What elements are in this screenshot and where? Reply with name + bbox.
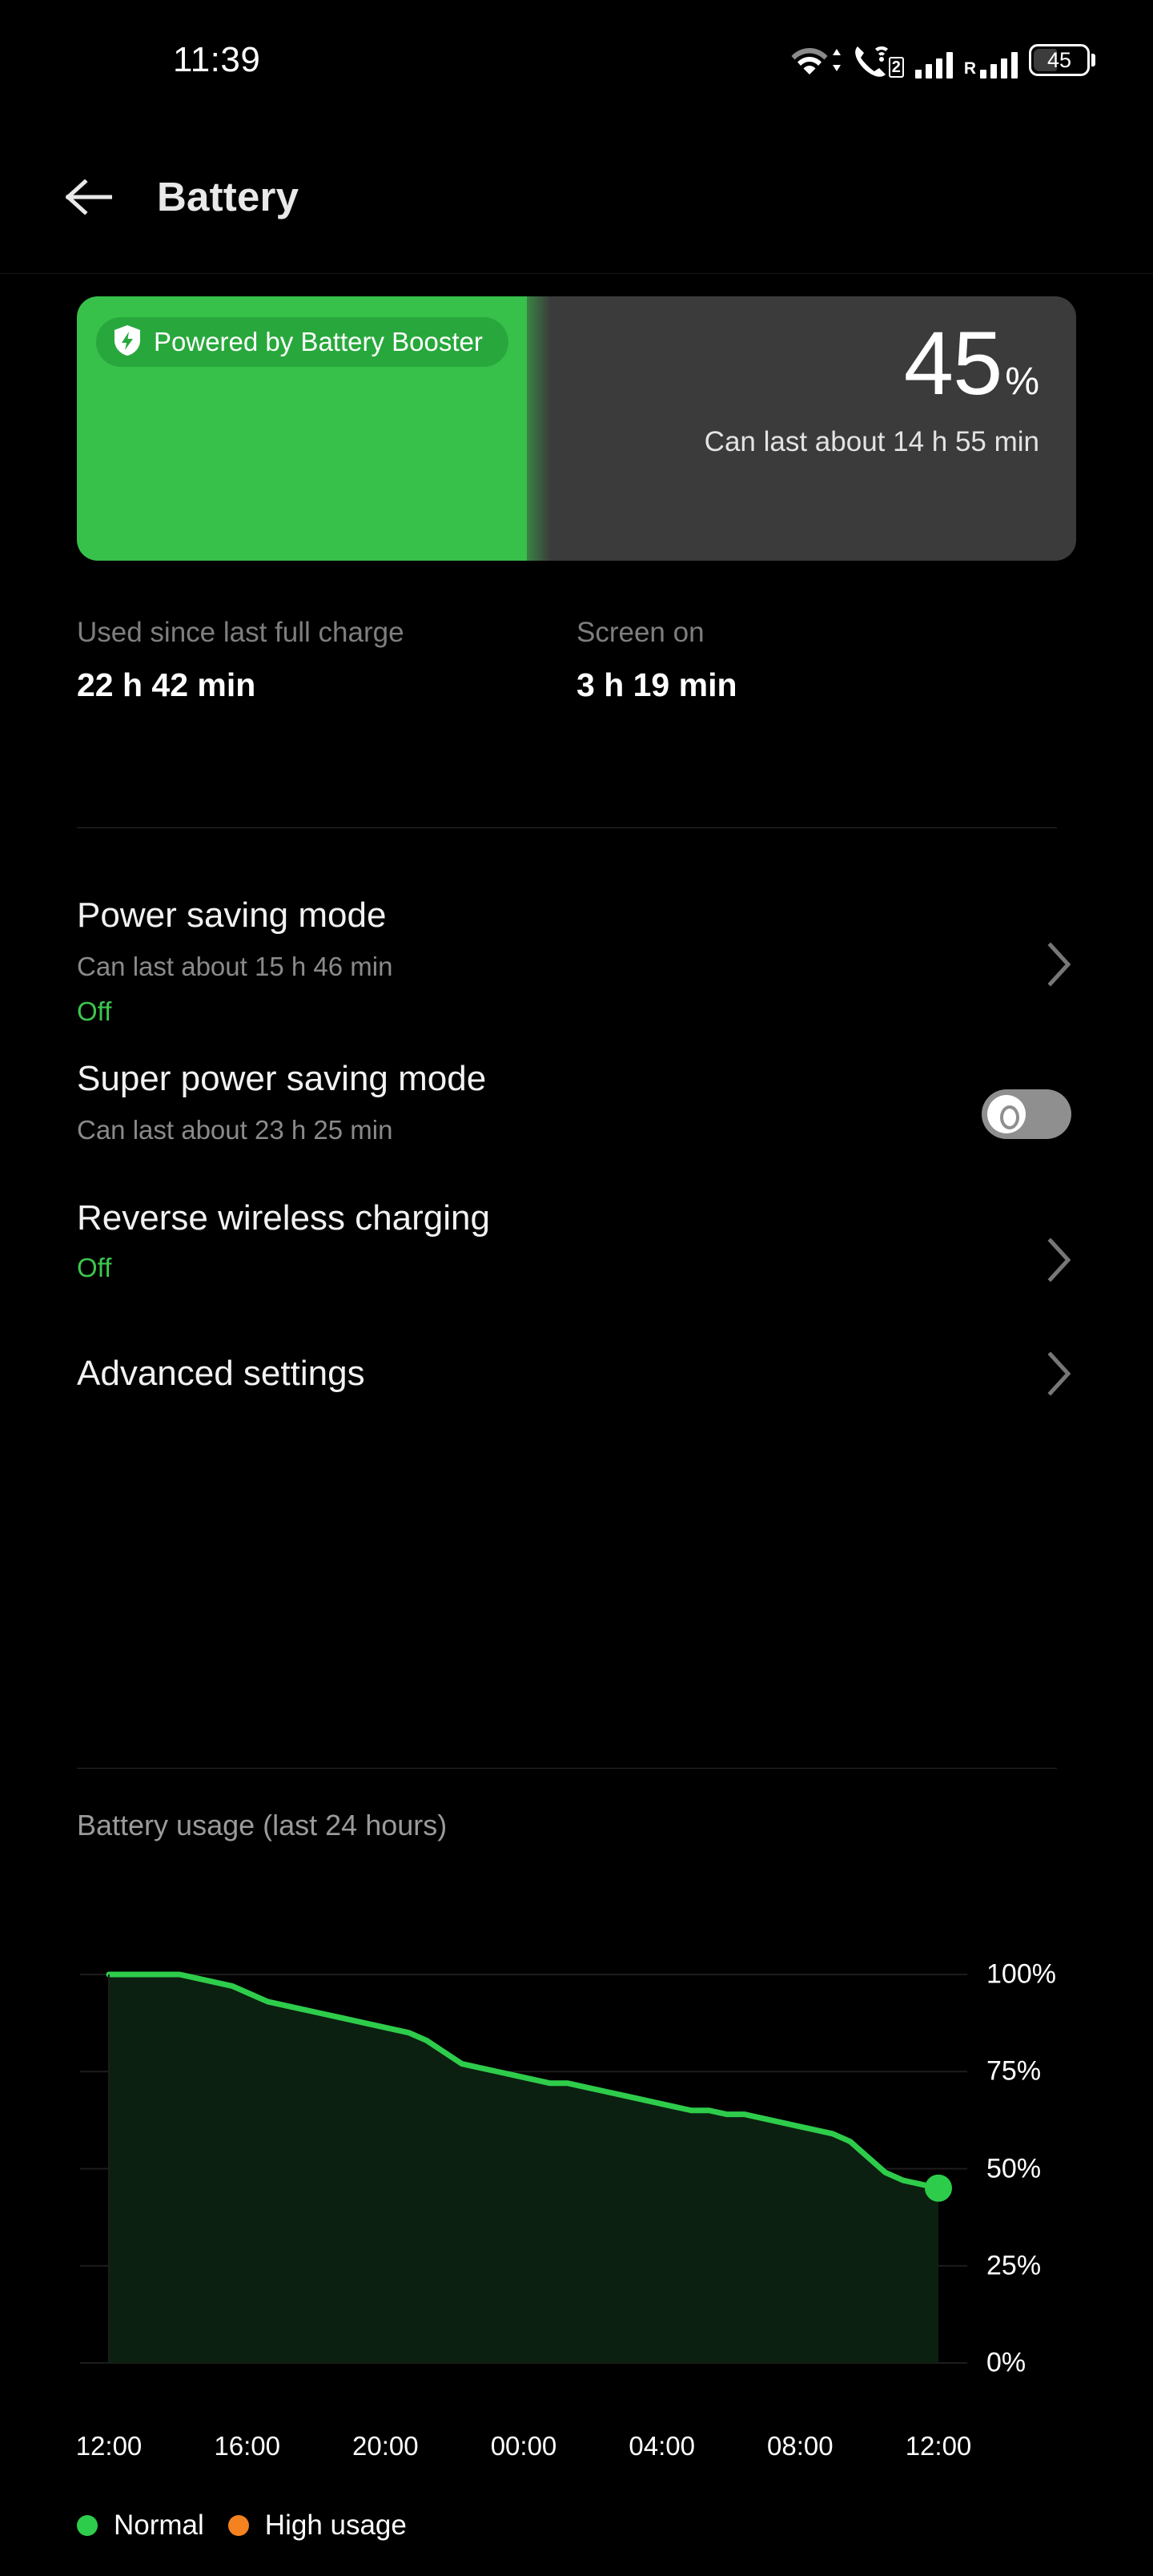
toggle-knob (987, 1095, 1026, 1133)
legend-dot-icon (77, 2515, 98, 2536)
chevron-right-icon (1044, 1236, 1076, 1284)
chart-x-tick-label: 12:00 (75, 2431, 143, 2461)
row-subtitle: Can last about 23 h 25 min (77, 1115, 393, 1145)
row-title: Super power saving mode (77, 1059, 487, 1098)
chart-x-axis-labels: 12:00 16:00 20:00 00:00 04:00 08:00 12:00 (0, 2431, 1153, 2471)
battery-summary-card: Powered by Battery Booster 45 % Can last… (77, 296, 1076, 561)
status-bar: 11:39 2 R 45 (0, 0, 1153, 120)
wifi-icon (791, 42, 842, 78)
stat-label: Screen on (576, 617, 705, 648)
roaming-label: R (963, 59, 976, 78)
battery-percent-block: 45 % Can last about 14 h 55 min (705, 319, 1039, 458)
battery-percent-sign: % (1005, 360, 1039, 403)
chart-legend: Normal High usage (77, 2510, 407, 2542)
row-title: Reverse wireless charging (77, 1198, 490, 1238)
chart-area-fill (109, 1974, 938, 2363)
chart-x-tick-label: 04:00 (629, 2431, 695, 2461)
chart-x-tick-label: 16:00 (214, 2431, 280, 2461)
divider (77, 827, 1057, 828)
row-power-saving-mode[interactable]: Power saving mode Can last about 15 h 46… (0, 873, 1153, 1033)
chart-current-level-marker (925, 2174, 952, 2202)
battery-booster-badge-label: Powered by Battery Booster (154, 327, 483, 356)
battery-stats-row: Used since last full charge 22 h 42 min … (77, 617, 1076, 704)
chart-legend-item: High usage (227, 2510, 407, 2542)
row-super-power-saving-mode[interactable]: Super power saving mode Can last about 2… (0, 1033, 1153, 1169)
stat-value: 22 h 42 min (77, 666, 256, 703)
stat-value: 3 h 19 min (576, 666, 737, 703)
battery-remaining-text: Can last about 14 h 55 min (704, 426, 1039, 457)
chart-x-tick-label: 12:00 (905, 2431, 972, 2461)
app-bar: Battery (0, 120, 1153, 274)
battery-usage-chart: 0% 25% 50% 75% 100% (0, 1898, 1153, 2459)
battery-percent-text: 45 (1047, 47, 1072, 72)
divider (77, 1768, 1057, 1769)
signal-bars-icon (914, 42, 953, 78)
chart-y-tick-label: 100% (986, 1958, 1056, 1990)
row-reverse-wireless-charging[interactable]: Reverse wireless charging Off (0, 1169, 1153, 1322)
battery-icon: 45 (1029, 42, 1095, 78)
battery-percent-value: 45 (903, 313, 1003, 413)
row-subtitle: Can last about 15 h 46 min (77, 952, 393, 981)
vowifi-call-icon: 2 (854, 42, 904, 78)
battery-usage-chart-svg (80, 1971, 967, 2364)
chevron-right-icon (1044, 940, 1076, 988)
row-title: Power saving mode (77, 896, 387, 935)
chevron-right-icon (1044, 1350, 1076, 1398)
roaming-signal-icon: R (964, 42, 1018, 78)
chart-y-tick-label: 0% (986, 2347, 1026, 2378)
stat-screen-on: Screen on 3 h 19 min (576, 617, 1076, 704)
chart-y-tick-label: 25% (986, 2250, 1042, 2281)
sim-slot-badge: 2 (888, 57, 904, 78)
chart-legend-label: Normal (114, 2510, 204, 2541)
row-state: Off (77, 1253, 112, 1282)
chart-y-tick-label: 75% (986, 2055, 1042, 2087)
status-bar-clock: 11:39 (173, 40, 261, 79)
battery-settings-list: Power saving mode Can last about 15 h 46… (0, 873, 1153, 1426)
row-title: Advanced settings (77, 1354, 365, 1393)
chart-legend-label: High usage (264, 2510, 407, 2541)
super-power-saving-toggle[interactable] (982, 1089, 1071, 1139)
chart-y-tick-label: 50% (986, 2153, 1042, 2184)
chart-x-tick-label: 08:00 (767, 2431, 834, 2461)
chart-legend-item: Normal (77, 2510, 204, 2542)
shield-bolt-icon (114, 324, 141, 360)
chart-x-tick-label: 20:00 (352, 2431, 419, 2461)
battery-booster-badge: Powered by Battery Booster (96, 317, 508, 367)
row-state: Off (77, 996, 112, 1026)
page-title: Battery (157, 174, 299, 219)
stat-used-since-full-charge: Used since last full charge 22 h 42 min (77, 617, 576, 704)
back-arrow-icon[interactable] (61, 169, 117, 225)
chart-x-tick-label: 00:00 (490, 2431, 557, 2461)
row-advanced-settings[interactable]: Advanced settings (0, 1322, 1153, 1426)
chart-section-title: Battery usage (last 24 hours) (77, 1809, 448, 1841)
status-bar-icons: 2 R 45 (791, 36, 1095, 84)
stat-label: Used since last full charge (77, 617, 404, 648)
legend-dot-icon (227, 2515, 249, 2536)
